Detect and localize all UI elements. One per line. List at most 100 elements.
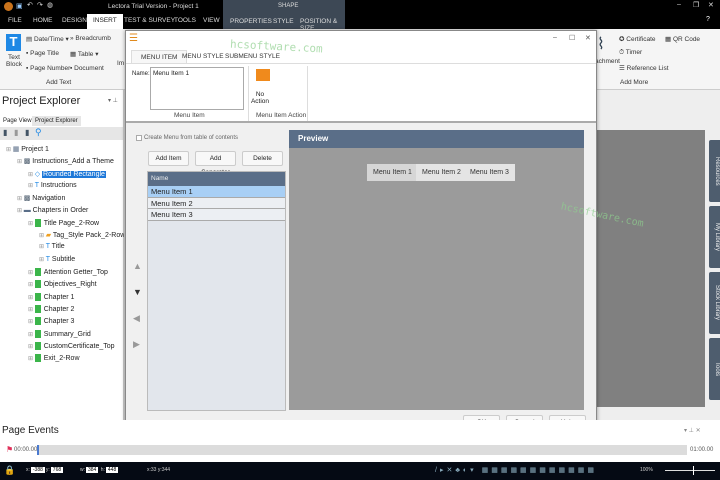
tree-item[interactable]: ⊞ Chapter 2 — [28, 304, 74, 313]
dialog-close-button[interactable]: ✕ — [585, 34, 591, 42]
expand-icon[interactable]: ⊞ — [28, 331, 35, 337]
text-block-button[interactable]: Text Block — [6, 54, 22, 68]
redo-icon[interactable]: ↷ — [37, 1, 43, 9]
expand-icon[interactable]: ⊞ — [39, 233, 46, 239]
page-number-button[interactable]: ▪ Page Number — [26, 65, 70, 72]
new-page-icon[interactable]: ▮ — [3, 128, 7, 137]
add-separator-button[interactable]: Add Separator — [195, 151, 236, 176]
tree-item[interactable]: ⊞ ▰ Tag_Style Pack_2-Row — [39, 231, 125, 239]
new-section-icon[interactable]: ▮ — [25, 128, 29, 137]
hamburger-menu-icon[interactable]: ☰ — [129, 33, 138, 44]
dialog-maximize-button[interactable]: ☐ — [569, 34, 575, 42]
tree-item[interactable]: ⊞ Title Page_2-Row — [28, 218, 99, 227]
timer-button[interactable]: ⏱ Timer — [619, 49, 642, 57]
help-icon[interactable]: ? — [706, 16, 710, 23]
expand-icon[interactable]: ⊞ — [28, 270, 35, 276]
side-tab-resources[interactable]: Resources — [709, 140, 720, 202]
tree-item[interactable]: ⊞ ▩ Instructions_Add a Theme — [17, 157, 114, 165]
tree-item[interactable]: ⊞ Chapter 3 — [28, 317, 74, 326]
tab-insert[interactable]: INSERT — [87, 14, 123, 29]
expand-icon[interactable]: ⊞ — [28, 356, 35, 362]
h-field[interactable]: 448 — [105, 467, 119, 473]
tree-item[interactable]: ⊞ Objectives_Right — [28, 280, 97, 289]
tree-item[interactable]: ⊞ ▦ Project 1 — [6, 145, 49, 153]
page-title-button[interactable]: ▪ Page Title — [26, 50, 59, 57]
undo-icon[interactable]: ↶ — [27, 1, 33, 9]
action-dropdown[interactable]: No Action — [250, 91, 270, 105]
expand-icon[interactable]: ⊞ — [28, 294, 35, 300]
table-button[interactable]: ▦ Table ▾ — [70, 50, 98, 58]
tab-properties[interactable]: PROPERTIES — [230, 18, 272, 25]
expand-icon[interactable]: ⊞ — [6, 147, 13, 153]
document-button[interactable]: ▪ Document — [70, 65, 104, 72]
reference-list-button[interactable]: ☰ Reference List — [619, 64, 669, 72]
tree-item[interactable]: ⊞ Attention Getter_Top — [28, 268, 108, 276]
qr-code-button[interactable]: ▦ QR Code — [665, 35, 700, 43]
expand-icon[interactable]: ⊞ — [28, 282, 35, 288]
x-field[interactable]: -388 — [30, 467, 45, 473]
restore-button[interactable]: ❐ — [693, 1, 699, 9]
text-block-icon[interactable]: T — [6, 34, 21, 51]
tree-item[interactable]: ⊞ ◇ Rounded Rectangle — [28, 170, 106, 178]
expand-icon[interactable]: ⊞ — [28, 344, 35, 350]
tab-view[interactable]: VIEW — [203, 17, 220, 24]
expand-icon[interactable]: ⊞ — [17, 208, 24, 214]
new-chapter-icon[interactable]: ▮ — [14, 128, 18, 137]
tab-tools[interactable]: TOOLS — [174, 17, 196, 24]
image-button[interactable]: Im — [117, 60, 124, 67]
expand-icon[interactable]: ⊞ — [28, 183, 35, 189]
tab-project-explorer[interactable]: Project Explorer — [32, 116, 81, 126]
menu-item-row[interactable]: Menu Item 1 — [148, 186, 285, 198]
tree-item[interactable]: ⊞ T Instructions — [28, 182, 77, 189]
move-down-icon[interactable]: ▼ — [133, 287, 142, 297]
move-left-icon[interactable]: ◀ — [133, 313, 140, 324]
tab-home[interactable]: HOME — [33, 17, 53, 24]
zoom-slider-thumb[interactable] — [693, 466, 694, 475]
pin-icon[interactable]: ▾ ⊥ — [108, 97, 118, 104]
move-up-icon[interactable]: ▲ — [133, 261, 142, 271]
expand-icon[interactable]: ⊞ — [28, 172, 35, 178]
expand-icon[interactable]: ⊞ — [39, 244, 46, 250]
expand-icon[interactable]: ⊞ — [17, 196, 24, 202]
breadcrumb-button[interactable]: » Breadcrumb — [70, 35, 111, 42]
tab-design[interactable]: DESIGN — [62, 17, 87, 24]
tab-file[interactable]: FILE — [8, 17, 22, 24]
lock-icon[interactable]: 🔒 — [4, 465, 15, 476]
move-right-icon[interactable]: ▶ — [133, 339, 140, 350]
attachment-button[interactable]: achment — [595, 58, 620, 65]
date-time-button[interactable]: ▤ Date/Time ▾ — [26, 35, 69, 43]
y-field[interactable]: 768 — [50, 467, 64, 473]
timeline-track[interactable] — [37, 445, 687, 455]
globe-icon[interactable]: ◍ — [47, 1, 53, 9]
panel-controls[interactable]: ▾ ⊥ ✕ — [684, 427, 701, 434]
tree-item[interactable]: ⊞ CustomCertificate_Top — [28, 341, 115, 350]
tree-item[interactable]: ⊞ Exit_2-Row — [28, 354, 80, 363]
w-field[interactable]: 384 — [86, 467, 99, 473]
expand-icon[interactable]: ⊞ — [28, 319, 35, 325]
tab-test-survey[interactable]: TEST & SURVEY — [124, 17, 175, 24]
close-button[interactable]: ✕ — [708, 1, 714, 9]
expand-icon[interactable]: ⊞ — [28, 307, 35, 313]
tree-item[interactable]: ⊞ Chapter 1 — [28, 292, 74, 301]
tab-page-view[interactable]: Page View — [3, 118, 32, 124]
menu-item-row[interactable]: Menu Item 2 — [148, 197, 285, 209]
expand-icon[interactable]: ⊞ — [28, 221, 35, 227]
zoom-slider[interactable] — [665, 470, 715, 471]
create-from-toc-checkbox[interactable] — [136, 135, 142, 141]
dialog-minimize-button[interactable]: – — [553, 34, 557, 41]
menu-item-row[interactable]: Menu Item 3 — [148, 209, 285, 221]
tree-item[interactable]: ⊞ Summary_Grid — [28, 329, 91, 338]
side-tab-stock-library[interactable]: Stock Library — [709, 272, 720, 334]
tree-item[interactable]: ⊞ T Subtitle — [39, 256, 75, 263]
add-item-button[interactable]: Add Item — [148, 151, 189, 166]
minimize-button[interactable]: – — [677, 1, 681, 8]
side-tab-my-library[interactable]: My Library — [709, 206, 720, 268]
tree-item[interactable]: ⊞ ▩ Navigation — [17, 194, 65, 202]
side-tab-tools[interactable]: Tools — [709, 338, 720, 400]
delete-button[interactable]: Delete — [242, 151, 283, 166]
certificate-button[interactable]: ✪ Certificate — [619, 35, 656, 43]
expand-icon[interactable]: ⊞ — [17, 159, 24, 165]
alignment-tools[interactable]: /▸✕♣◐▾ ▦▦▦▦▦▦▦▦▦▦▦▦ — [435, 466, 597, 474]
search-icon[interactable]: ⚲ — [35, 127, 42, 138]
expand-icon[interactable]: ⊞ — [39, 257, 46, 263]
